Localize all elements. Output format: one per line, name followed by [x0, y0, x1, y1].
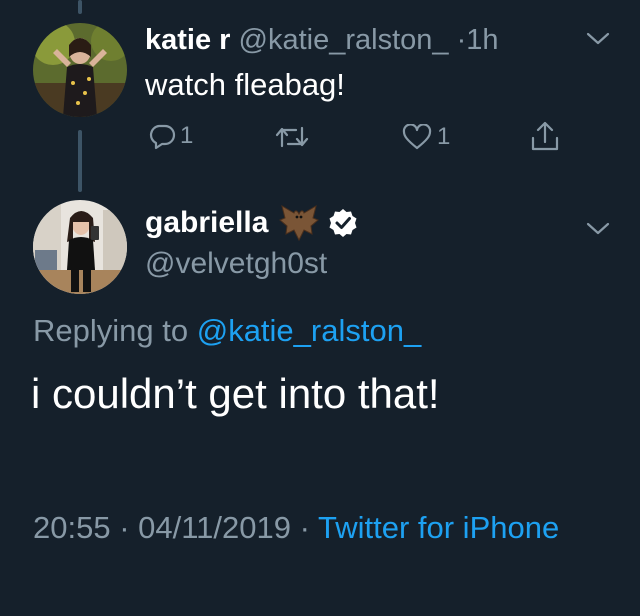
verified-badge-icon	[329, 209, 357, 237]
reply-count: 1	[180, 122, 194, 149]
share-icon	[531, 121, 559, 151]
share-button[interactable]	[530, 120, 560, 152]
retweet-button[interactable]	[274, 124, 310, 150]
timestamp[interactable]: 20:55 · 04/11/2019 ·	[33, 510, 310, 545]
tweet-meta: 20:55 · 04/11/2019 · Twitter for iPhone	[33, 506, 593, 550]
chevron-down-icon[interactable]	[586, 32, 610, 46]
reply-icon	[149, 124, 176, 150]
replying-prefix: Replying to	[33, 313, 189, 348]
reply-text: i couldn’t get into that!	[31, 370, 440, 417]
handle[interactable]: @katie_ralston_	[239, 24, 449, 56]
display-name[interactable]: katie r	[145, 24, 230, 56]
avatar-katie[interactable]	[33, 23, 127, 117]
like-button[interactable]: 1	[402, 123, 450, 151]
chevron-down-icon[interactable]	[586, 222, 610, 236]
display-name[interactable]: gabriella	[145, 206, 268, 240]
like-count: 1	[437, 123, 451, 150]
source-link[interactable]: Twitter for iPhone	[318, 510, 559, 545]
tweet-header: katie r @katie_ralston_ ·1h	[145, 24, 499, 57]
tweet-text: watch fleabag!	[145, 67, 345, 102]
like-icon	[402, 124, 432, 150]
thread-line-bottom	[78, 130, 82, 192]
bat-emoji	[279, 204, 320, 242]
replying-handle-link[interactable]: @katie_ralston_	[197, 313, 421, 348]
replying-to: Replying to @katie_ralston_	[33, 313, 421, 349]
retweet-icon	[275, 126, 309, 148]
reply-button[interactable]: 1	[148, 122, 193, 150]
handle[interactable]: @velvetgh0st	[145, 247, 327, 281]
reply-header-name-row: gabriella	[145, 204, 358, 242]
timestamp[interactable]: 1h	[466, 24, 498, 56]
thread-line-top	[78, 0, 82, 14]
separator-dot: ·	[456, 24, 467, 56]
avatar-gabriella[interactable]	[33, 200, 127, 294]
